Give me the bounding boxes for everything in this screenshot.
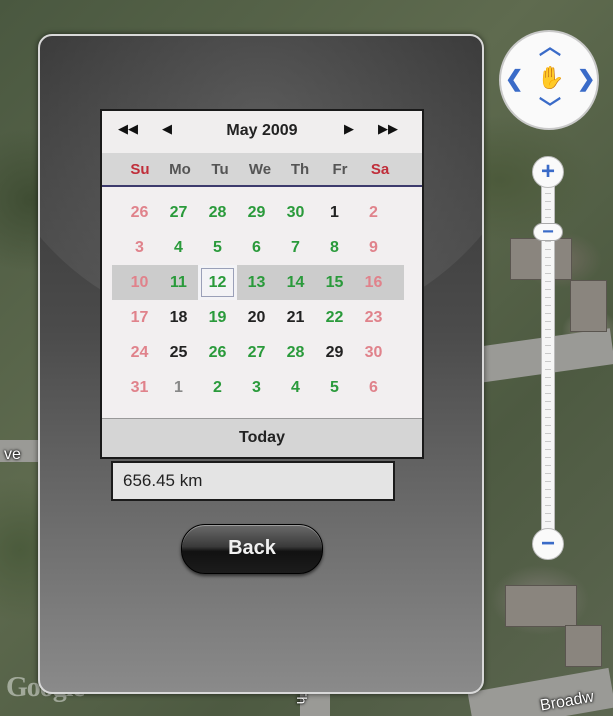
calendar-day[interactable]: 12 xyxy=(198,265,237,300)
calendar-day[interactable]: 7 xyxy=(276,230,315,265)
hand-icon[interactable]: ✋ xyxy=(537,65,564,91)
calendar-day[interactable]: 30 xyxy=(354,335,393,370)
calendar-day[interactable]: 29 xyxy=(315,335,354,370)
calendar-day[interactable]: 28 xyxy=(198,195,237,230)
calendar-day[interactable]: 10 xyxy=(120,265,159,300)
calendar-day[interactable]: 16 xyxy=(354,265,393,300)
calendar-day[interactable]: 5 xyxy=(198,230,237,265)
calendar-day[interactable]: 2 xyxy=(198,370,237,405)
map-house xyxy=(505,585,577,627)
weekday-label: Tu xyxy=(211,161,229,178)
calendar-day[interactable]: 9 xyxy=(354,230,393,265)
calendar-week-row: 3456789 xyxy=(120,230,404,265)
weekday-label: Su xyxy=(130,161,150,178)
calendar-day[interactable]: 29 xyxy=(237,195,276,230)
next-year-icon[interactable]: ▶▶ xyxy=(378,121,398,137)
back-button[interactable]: Back xyxy=(181,524,323,574)
calendar: ◀◀ ◀ May 2009 ▶ ▶▶ Su Mo Tu We Th Fr Sa … xyxy=(100,109,424,459)
pan-down-icon[interactable]: ﹀ xyxy=(539,98,561,120)
weekday-label: Fr xyxy=(332,161,348,178)
calendar-day[interactable]: 1 xyxy=(315,195,354,230)
zoom-in-button[interactable]: + xyxy=(532,156,564,188)
calendar-day[interactable]: 4 xyxy=(276,370,315,405)
distance-field[interactable]: 656.45 km xyxy=(111,461,395,501)
calendar-day[interactable]: 5 xyxy=(315,370,354,405)
calendar-day[interactable]: 24 xyxy=(120,335,159,370)
map-house xyxy=(570,280,607,332)
calendar-week-row: 24 25 26 27 28 29 30 xyxy=(120,335,404,370)
calendar-day[interactable]: 31 xyxy=(120,370,159,405)
calendar-day[interactable]: 19 xyxy=(198,300,237,335)
calendar-day[interactable]: 18 xyxy=(159,300,198,335)
calendar-day[interactable]: 23 xyxy=(354,300,393,335)
calendar-day[interactable]: 21 xyxy=(276,300,315,335)
zoom-slider-thumb[interactable]: − xyxy=(533,222,563,242)
calendar-day[interactable]: 14 xyxy=(276,265,315,300)
map-house xyxy=(565,625,602,667)
calendar-week-row: 26 27 28 29 30 1 2 xyxy=(120,195,404,230)
month-title: May 2009 xyxy=(226,122,298,139)
calendar-day[interactable]: 6 xyxy=(354,370,393,405)
calendar-day[interactable]: 15 xyxy=(315,265,354,300)
next-month-icon[interactable]: ▶ xyxy=(344,121,354,137)
calendar-day[interactable]: 27 xyxy=(237,335,276,370)
calendar-day[interactable]: 2 xyxy=(354,195,393,230)
zoom-out-button[interactable]: − xyxy=(532,528,564,560)
calendar-day[interactable]: 3 xyxy=(120,230,159,265)
calendar-day[interactable]: 28 xyxy=(276,335,315,370)
map-pan-control[interactable]: ︿ ❮ ❯ ﹀ ✋ xyxy=(499,30,599,130)
weekday-label: Mo xyxy=(169,161,191,178)
today-button[interactable]: Today xyxy=(102,419,422,457)
calendar-week-row: 10 11 12 13 14 15 16 xyxy=(112,265,404,300)
pan-right-icon[interactable]: ❯ xyxy=(577,68,595,90)
calendar-day[interactable]: 25 xyxy=(159,335,198,370)
pan-left-icon[interactable]: ❮ xyxy=(505,68,523,90)
calendar-day[interactable]: 27 xyxy=(159,195,198,230)
calendar-nav: ◀◀ ◀ May 2009 ▶ ▶▶ xyxy=(102,111,422,153)
calendar-grid: 26 27 28 29 30 1 2 3 4 5 6 7 8 9 10 11 12 13 14 15 16 17 18 19 2… xyxy=(102,187,422,405)
calendar-day[interactable]: 3 xyxy=(237,370,276,405)
calendar-day[interactable]: 26 xyxy=(120,195,159,230)
calendar-day[interactable]: 30 xyxy=(276,195,315,230)
calendar-day[interactable]: 20 xyxy=(237,300,276,335)
calendar-day[interactable]: 4 xyxy=(159,230,198,265)
calendar-day[interactable]: 8 xyxy=(315,230,354,265)
calendar-week-row: 17 18 19 20 21 22 23 xyxy=(120,300,404,335)
calendar-day[interactable]: 1 xyxy=(159,370,198,405)
calendar-footer: Today xyxy=(102,418,422,457)
calendar-day[interactable]: 22 xyxy=(315,300,354,335)
map-street-label: ve xyxy=(4,446,21,463)
weekday-header: Su Mo Tu We Th Fr Sa xyxy=(102,153,422,187)
calendar-day[interactable]: 11 xyxy=(159,265,198,300)
calendar-day[interactable]: 26 xyxy=(198,335,237,370)
calendar-day[interactable]: 13 xyxy=(237,265,276,300)
weekday-label: Sa xyxy=(370,161,390,178)
pan-up-icon[interactable]: ︿ xyxy=(539,36,561,58)
calendar-week-row: 31 1 2 3 4 5 6 xyxy=(120,370,404,405)
weekday-label: We xyxy=(248,161,272,178)
calendar-day[interactable]: 6 xyxy=(237,230,276,265)
weekday-label: Th xyxy=(290,161,310,178)
calendar-day[interactable]: 17 xyxy=(120,300,159,335)
